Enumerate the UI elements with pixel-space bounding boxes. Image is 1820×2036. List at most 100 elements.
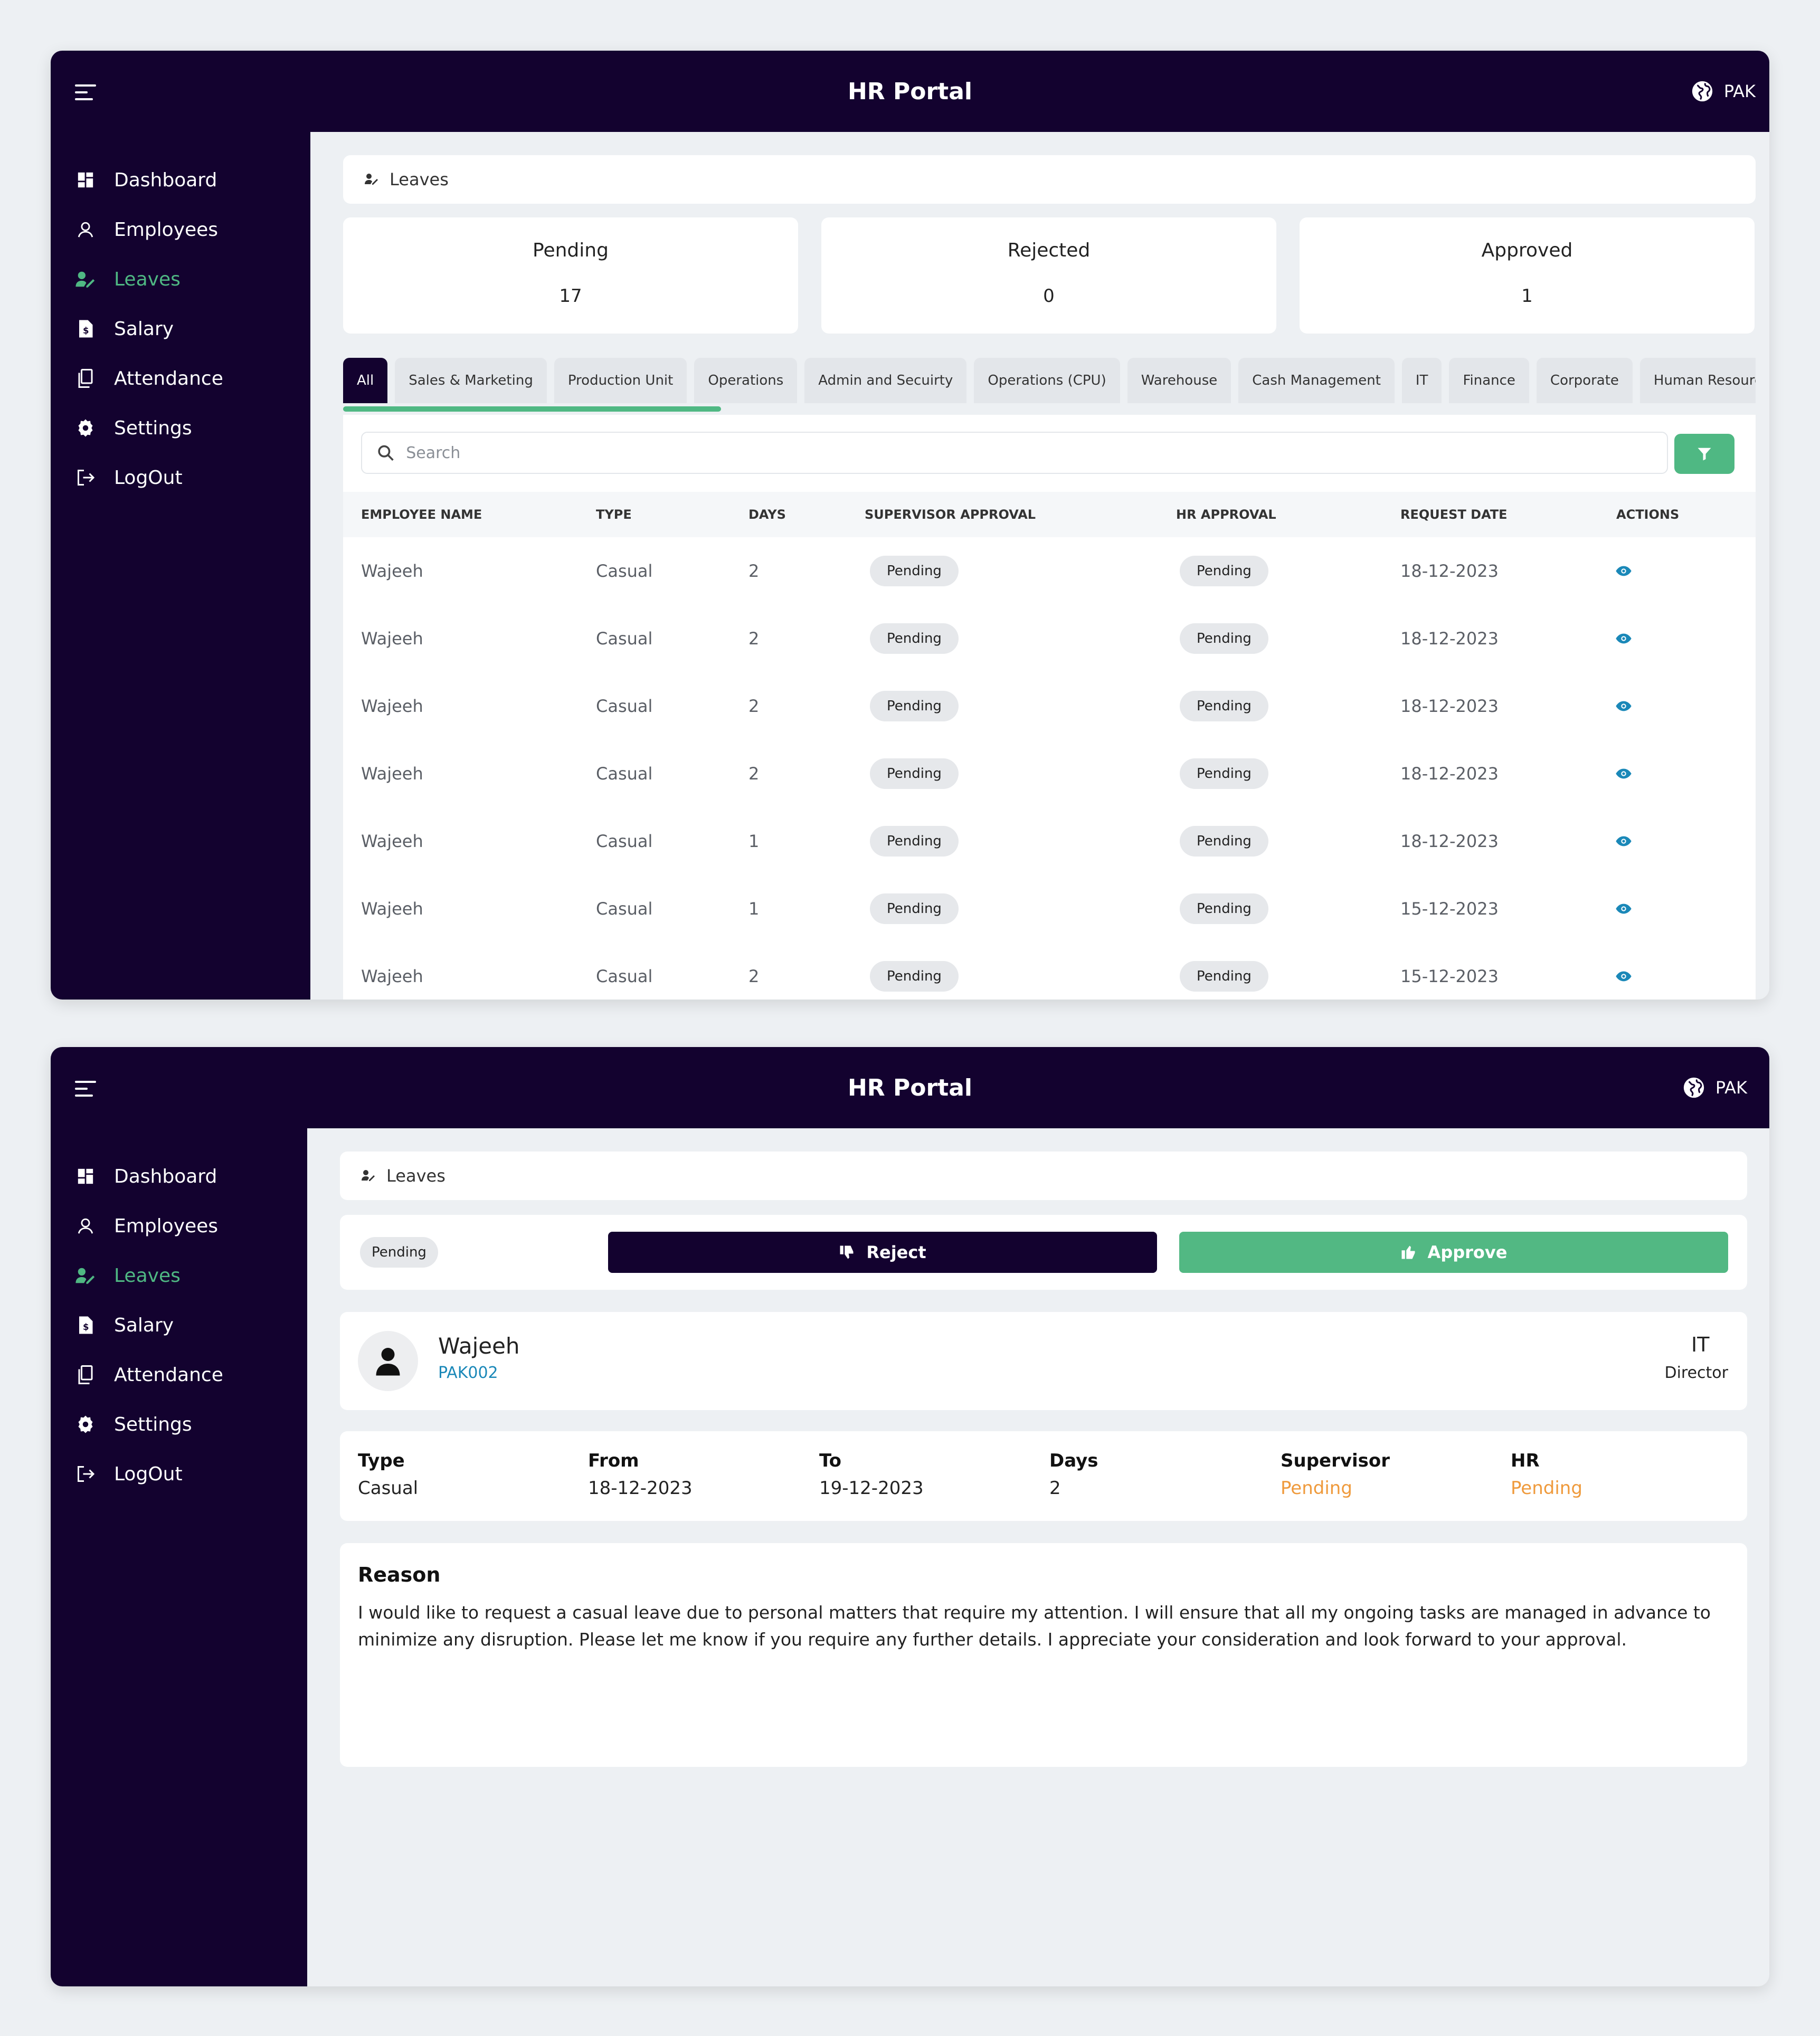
request-date-cell: 15-12-2023 — [1400, 966, 1499, 986]
detail-hr: HR Pending — [1511, 1450, 1582, 1499]
request-date-cell: 18-12-2023 — [1400, 561, 1499, 581]
request-date-cell: 18-12-2023 — [1400, 764, 1499, 784]
attendance-icon — [75, 1364, 96, 1385]
stat-label: Pending — [533, 240, 609, 261]
salary-icon: $ — [75, 318, 96, 339]
approve-button[interactable]: Approve — [1179, 1232, 1728, 1273]
breadcrumb-label: Leaves — [390, 169, 449, 189]
filter-button[interactable] — [1674, 434, 1734, 474]
sidebar-item-leaves[interactable]: Leaves — [51, 254, 310, 304]
search-icon — [378, 445, 394, 461]
sidebar-item-salary[interactable]: $ Salary — [51, 304, 310, 354]
main-content: Leaves Pending Reject Approve Wajeeh PAK… — [307, 1128, 1769, 1986]
detail-label: Type — [358, 1450, 405, 1471]
thumbs-down-icon — [840, 1245, 854, 1259]
tab-it[interactable]: IT — [1401, 358, 1442, 403]
column-header[interactable]: EMPLOYEE NAME — [361, 507, 482, 522]
sidebar-item-logout[interactable]: LogOut — [51, 1449, 307, 1499]
region-selector[interactable]: PAK — [1682, 1076, 1747, 1100]
detail-value: 19-12-2023 — [819, 1478, 924, 1499]
sidebar-item-settings[interactable]: Settings — [51, 403, 310, 453]
view-icon[interactable] — [1615, 831, 1632, 851]
svg-text:$: $ — [83, 1322, 89, 1332]
table-row[interactable]: Wajeeh Casual 2 Pending Pending 15-12-2023 — [343, 943, 1756, 1000]
sidebar-item-logout[interactable]: LogOut — [51, 453, 310, 502]
employee-name-cell: Wajeeh — [361, 899, 423, 919]
search-input[interactable] — [406, 443, 1667, 462]
employee-id[interactable]: PAK002 — [438, 1364, 498, 1382]
leaves-table-card: EMPLOYEE NAME TYPE DAYS SUPERVISOR APPRO… — [343, 415, 1756, 1000]
view-icon[interactable] — [1615, 764, 1632, 784]
supervisor-approval-badge: Pending — [870, 691, 959, 721]
leave-detail-window: HR Portal PAK Dashboard Employees Leaves… — [51, 1047, 1769, 1986]
sidebar-item-dashboard[interactable]: Dashboard — [51, 1152, 307, 1201]
sidebar-item-employees[interactable]: Employees — [51, 1201, 307, 1251]
column-header[interactable]: DAYS — [748, 507, 786, 522]
stat-label: Rejected — [1007, 240, 1091, 261]
table-row[interactable]: Wajeeh Casual 2 Pending Pending 18-12-2023 — [343, 605, 1756, 672]
tab-finance[interactable]: Finance — [1449, 358, 1529, 403]
column-header[interactable]: TYPE — [596, 507, 632, 522]
view-icon[interactable] — [1615, 966, 1632, 986]
request-date-cell: 15-12-2023 — [1400, 899, 1499, 919]
hr-approval-badge: Pending — [1180, 623, 1268, 654]
sidebar-item-leaves[interactable]: Leaves — [51, 1251, 307, 1300]
table-row[interactable]: Wajeeh Casual 2 Pending Pending 18-12-2023 — [343, 672, 1756, 740]
tab-operations[interactable]: Operations — [694, 358, 798, 403]
view-icon[interactable] — [1615, 629, 1632, 649]
tab-warehouse[interactable]: Warehouse — [1127, 358, 1231, 403]
tab-admin-security[interactable]: Admin and Secuirty — [804, 358, 967, 403]
table-row[interactable]: Wajeeh Casual 1 Pending Pending 15-12-2023 — [343, 875, 1756, 943]
column-header[interactable]: HR APPROVAL — [1176, 507, 1276, 522]
sidebar-item-settings[interactable]: Settings — [51, 1400, 307, 1449]
tab-operations-cpu[interactable]: Operations (CPU) — [974, 358, 1120, 403]
leave-icon — [364, 169, 379, 189]
tab-all[interactable]: All — [343, 358, 388, 403]
region-label: PAK — [1723, 81, 1756, 101]
column-header[interactable]: REQUEST DATE — [1400, 507, 1508, 522]
sidebar-item-attendance[interactable]: Attendance — [51, 354, 310, 403]
tab-corporate[interactable]: Corporate — [1536, 358, 1633, 403]
tab-human-resources[interactable]: Human Resources — [1639, 358, 1756, 403]
view-icon[interactable] — [1615, 899, 1632, 919]
request-date-cell: 18-12-2023 — [1400, 831, 1499, 851]
table-row[interactable]: Wajeeh Casual 1 Pending Pending 18-12-2023 — [343, 807, 1756, 875]
menu-icon[interactable] — [75, 84, 96, 100]
supervisor-approval-badge: Pending — [870, 556, 959, 586]
attendance-icon — [75, 368, 96, 389]
tab-sales-marketing[interactable]: Sales & Marketing — [395, 358, 547, 403]
detail-to: To 19-12-2023 — [819, 1450, 924, 1499]
tab-cash-management[interactable]: Cash Management — [1238, 358, 1395, 403]
leave-icon — [361, 1166, 376, 1186]
reject-button[interactable]: Reject — [608, 1232, 1157, 1273]
table-row[interactable]: Wajeeh Casual 2 Pending Pending 18-12-2023 — [343, 740, 1756, 807]
view-icon[interactable] — [1615, 696, 1632, 716]
app-title: HR Portal — [847, 78, 972, 105]
sidebar-item-employees[interactable]: Employees — [51, 205, 310, 254]
stat-card-rejected: Rejected 0 — [821, 217, 1276, 334]
detail-label: Days — [1049, 1450, 1098, 1471]
detail-days: Days 2 — [1049, 1450, 1098, 1499]
column-header[interactable]: SUPERVISOR APPROVAL — [865, 507, 1036, 522]
sidebar-item-salary[interactable]: $ Salary — [51, 1300, 307, 1350]
thumbs-up-icon — [1401, 1245, 1415, 1259]
top-bar: HR Portal PAK — [51, 1047, 1769, 1128]
sidebar-item-dashboard[interactable]: Dashboard — [51, 155, 310, 205]
globe-icon — [1683, 1077, 1704, 1098]
region-selector[interactable]: PAK — [1690, 79, 1756, 103]
table-row[interactable]: Wajeeh Casual 2 Pending Pending 18-12-2023 — [343, 537, 1756, 605]
leave-details-card: Type Casual From 18-12-2023 To 19-12-202… — [340, 1431, 1747, 1521]
sidebar-item-attendance[interactable]: Attendance — [51, 1350, 307, 1400]
leave-type-cell: Casual — [596, 629, 653, 649]
hr-approval-badge: Pending — [1180, 691, 1268, 721]
days-cell: 2 — [748, 696, 760, 716]
menu-icon[interactable] — [75, 1081, 96, 1097]
detail-value: 18-12-2023 — [588, 1478, 693, 1499]
employee-profile-card: Wajeeh PAK002 IT Director — [340, 1312, 1747, 1410]
tab-scroll-indicator — [343, 406, 721, 412]
tab-production-unit[interactable]: Production Unit — [554, 358, 687, 403]
view-icon[interactable] — [1615, 561, 1632, 581]
employee-name-cell: Wajeeh — [361, 561, 423, 581]
request-date-cell: 18-12-2023 — [1400, 696, 1499, 716]
reason-card: Reason I would like to request a casual … — [340, 1543, 1747, 1767]
